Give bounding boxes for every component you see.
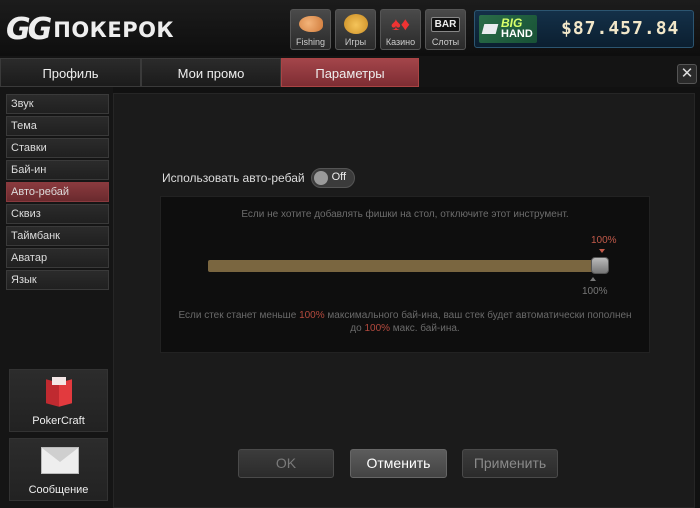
tab-bar: Профиль Мои промо Параметры [0, 56, 700, 87]
balance-amount: $87.457.84 [561, 18, 680, 39]
pokercraft-button[interactable]: PokerCraft [9, 369, 108, 432]
info-line2-start: до [350, 323, 365, 334]
auto-rebuy-info-text: Если стек станет меньше 100% максимально… [161, 309, 649, 335]
info-line1-percent: 100% [299, 310, 325, 321]
cancel-button[interactable]: Отменить [350, 449, 447, 478]
info-line1-start: Если стек станет меньше [178, 310, 300, 321]
tab-settings[interactable]: Параметры [281, 58, 419, 87]
casino-button[interactable]: ♠♦ Казино [380, 9, 421, 50]
pokercraft-icon [46, 377, 72, 407]
top-marker-icon [599, 249, 605, 253]
games-button[interactable]: Игры [335, 9, 376, 50]
app-header: GG ПОКЕРОК Fishing Игры ♠♦ Казино BAR Сл… [0, 0, 700, 56]
sidebar-item-sound[interactable]: Звук [6, 94, 109, 114]
fishing-label: Fishing [295, 37, 325, 47]
toggle-knob [313, 171, 328, 185]
card-hand-icon [481, 24, 499, 34]
casino-label: Казино [385, 37, 416, 47]
ok-button[interactable]: OK [238, 449, 334, 478]
slots-label: Слоты [431, 37, 460, 47]
tab-profile[interactable]: Профиль [0, 58, 141, 87]
auto-rebuy-row: Использовать авто-ребай Off [162, 168, 355, 188]
auto-rebuy-settings-box: Если не хотите добавлять фишки на стол, … [160, 196, 650, 353]
message-label: Сообщение [28, 484, 89, 496]
sidebar-item-language[interactable]: Язык [6, 270, 109, 290]
toggle-state: Off [331, 171, 347, 183]
cat-icon [343, 13, 369, 35]
info-line2-percent: 100% [364, 323, 391, 334]
message-button[interactable]: Сообщение [9, 438, 108, 501]
rebuy-slider-track[interactable] [208, 260, 598, 272]
fishing-button[interactable]: Fishing [290, 9, 331, 50]
big-hand-balance-banner[interactable]: BIG HAND $87.457.84 [474, 10, 694, 48]
big-hand-hand-text: HAND [501, 28, 533, 40]
logo-gg-mark: GG [6, 12, 52, 47]
disable-hint-text: Если не хотите добавлять фишки на стол, … [241, 209, 569, 220]
bottom-marker-icon [590, 277, 596, 281]
sidebar-item-bets[interactable]: Ставки [6, 138, 109, 158]
sidebar-item-theme[interactable]: Тема [6, 116, 109, 136]
slots-button[interactable]: BAR Слоты [425, 9, 466, 50]
logo-text: ПОКЕРОК [53, 17, 175, 42]
apply-button[interactable]: Применить [462, 449, 558, 478]
games-label: Игры [344, 37, 367, 47]
tab-my-promos[interactable]: Мои промо [141, 58, 281, 87]
game-buttons: Fishing Игры ♠♦ Казино BAR Слоты [290, 9, 466, 50]
info-line2-end: макс. бай-ина. [390, 323, 460, 334]
fish-icon [298, 13, 324, 35]
sidebar-item-timebank[interactable]: Таймбанк [6, 226, 109, 246]
auto-rebuy-label: Использовать авто-ребай [162, 171, 305, 185]
sidebar-item-squeeze[interactable]: Сквиз [6, 204, 109, 224]
envelope-icon [41, 447, 79, 474]
cards-icon: ♠♦ [391, 14, 410, 34]
close-icon[interactable]: ✕ [677, 64, 697, 84]
pokercraft-label: PokerCraft [32, 415, 85, 427]
ggpokerok-logo: GG ПОКЕРОК [6, 12, 174, 47]
auto-rebuy-toggle[interactable]: Off [310, 168, 355, 188]
rebuy-slider-handle[interactable] [591, 257, 609, 274]
info-line1-end: максимального бай-ина, ваш стек будет ав… [324, 310, 632, 321]
big-hand-logo: BIG HAND [479, 15, 537, 43]
bar-slot-icon: BAR [430, 13, 461, 35]
slider-top-percent: 100% [591, 235, 617, 246]
sidebar-item-auto-rebuy[interactable]: Авто-ребай [6, 182, 109, 202]
sidebar-item-avatar[interactable]: Аватар [6, 248, 109, 268]
sidebar-item-buyin[interactable]: Бай-ин [6, 160, 109, 180]
slider-bottom-percent: 100% [582, 286, 608, 297]
